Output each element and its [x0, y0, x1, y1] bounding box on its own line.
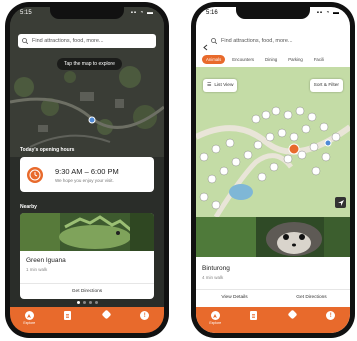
- status-bar: 5:15 ▪▪ ◔ ▬: [20, 10, 154, 20]
- animal-name: Green Iguana: [26, 257, 66, 264]
- map-illustration: [10, 7, 164, 157]
- map-hint[interactable]: Tap the map to explore: [57, 58, 122, 70]
- signal-wifi-icon: ▪▪ ◔ ▬: [316, 10, 340, 16]
- chip-facilities[interactable]: Facili: [310, 55, 328, 64]
- tag-icon: [101, 309, 112, 320]
- tag-icon: [287, 309, 298, 320]
- animal-card[interactable]: Binturong 4 min walk View Details Get Di…: [196, 217, 350, 307]
- info-icon: !: [326, 311, 336, 320]
- tab-explore[interactable]: Explore: [200, 311, 230, 325]
- nearby-heading: Nearby: [20, 204, 37, 210]
- status-bar: 5:16 ▪▪ ◔ ▬: [206, 10, 340, 20]
- page-dot[interactable]: [88, 301, 92, 304]
- tab-info[interactable]: !: [130, 311, 160, 320]
- map-screen: 5:16 ▪▪ ◔ ▬ Find attractions, food, more…: [196, 7, 350, 333]
- list-view-button[interactable]: ☰ List View: [203, 79, 238, 92]
- search-icon: [211, 38, 217, 44]
- animal-distance: 1 min walk: [26, 267, 48, 272]
- tab-tickets[interactable]: [91, 309, 121, 320]
- animal-distance: 4 min walk: [202, 275, 224, 280]
- locate-me-icon[interactable]: [335, 197, 346, 208]
- hours-note: We hope you enjoy your visit.: [55, 177, 114, 183]
- tab-tickets[interactable]: [277, 309, 307, 320]
- page-dot[interactable]: [76, 301, 80, 304]
- compass-icon: [210, 311, 220, 320]
- clock-icon: [27, 166, 43, 183]
- tab-explore[interactable]: Explore: [14, 311, 44, 325]
- tab-list[interactable]: [53, 311, 83, 320]
- tab-bar: Explore !: [196, 307, 350, 333]
- status-time: 5:15: [20, 10, 32, 16]
- chip-parking[interactable]: Parking: [284, 55, 307, 64]
- map-preview[interactable]: [10, 7, 164, 157]
- binturong-photo: [196, 217, 350, 257]
- status-time: 5:16: [206, 10, 218, 16]
- list-view-label: List View: [214, 83, 234, 88]
- get-directions-button[interactable]: Get Directions: [20, 284, 154, 298]
- tab-list[interactable]: [239, 311, 269, 320]
- chip-encounters[interactable]: Encounters: [228, 55, 258, 64]
- search-icon: [22, 38, 28, 44]
- page-indicator[interactable]: [10, 301, 164, 304]
- search-placeholder: Find attractions, food, more...: [32, 38, 104, 44]
- search-placeholder: Find attractions, food, more...: [221, 38, 293, 44]
- tab-info[interactable]: !: [316, 311, 346, 320]
- nearby-animal-card[interactable]: Green Iguana 1 min walk Get Directions: [20, 213, 154, 299]
- chip-dining[interactable]: Dining: [261, 55, 281, 64]
- iguana-photo: [20, 213, 154, 251]
- home-screen: 5:15 ▪▪ ◔ ▬ Find attractions, food, more…: [10, 7, 164, 333]
- search-bar[interactable]: Find attractions, food, more...: [18, 34, 156, 48]
- hours-card: 9:30 AM – 6:00 PM We hope you enjoy your…: [20, 157, 154, 192]
- tab-label: Explore: [209, 321, 222, 325]
- sort-filter-button[interactable]: Sort & Filter: [309, 79, 343, 92]
- hours-heading: Today's opening hours: [20, 147, 75, 153]
- get-directions-button[interactable]: Get Directions: [273, 290, 350, 304]
- list-icon: [250, 311, 258, 320]
- signal-wifi-icon: ▪▪ ◔ ▬: [130, 10, 154, 16]
- page-dot[interactable]: [94, 301, 98, 304]
- list-icon: [64, 311, 72, 320]
- info-icon: !: [140, 311, 150, 320]
- phone-left: 5:15 ▪▪ ◔ ▬ Find attractions, food, more…: [5, 2, 169, 338]
- opening-hours: 9:30 AM – 6:00 PM: [55, 166, 119, 176]
- phone-right: 5:16 ▪▪ ◔ ▬ Find attractions, food, more…: [191, 2, 355, 338]
- category-chips: Animals Encounters Dining Parking Facili: [196, 53, 350, 65]
- tab-label: Explore: [23, 321, 36, 325]
- compass-icon: [24, 311, 34, 320]
- list-icon: ☰: [207, 83, 212, 88]
- back-arrow-icon[interactable]: [203, 38, 208, 56]
- page-dot[interactable]: [82, 301, 86, 304]
- view-details-button[interactable]: View Details: [196, 290, 273, 304]
- animal-name: Binturong: [202, 265, 230, 272]
- search-bar[interactable]: Find attractions, food, more...: [211, 34, 346, 48]
- tab-bar: Explore !: [10, 307, 164, 333]
